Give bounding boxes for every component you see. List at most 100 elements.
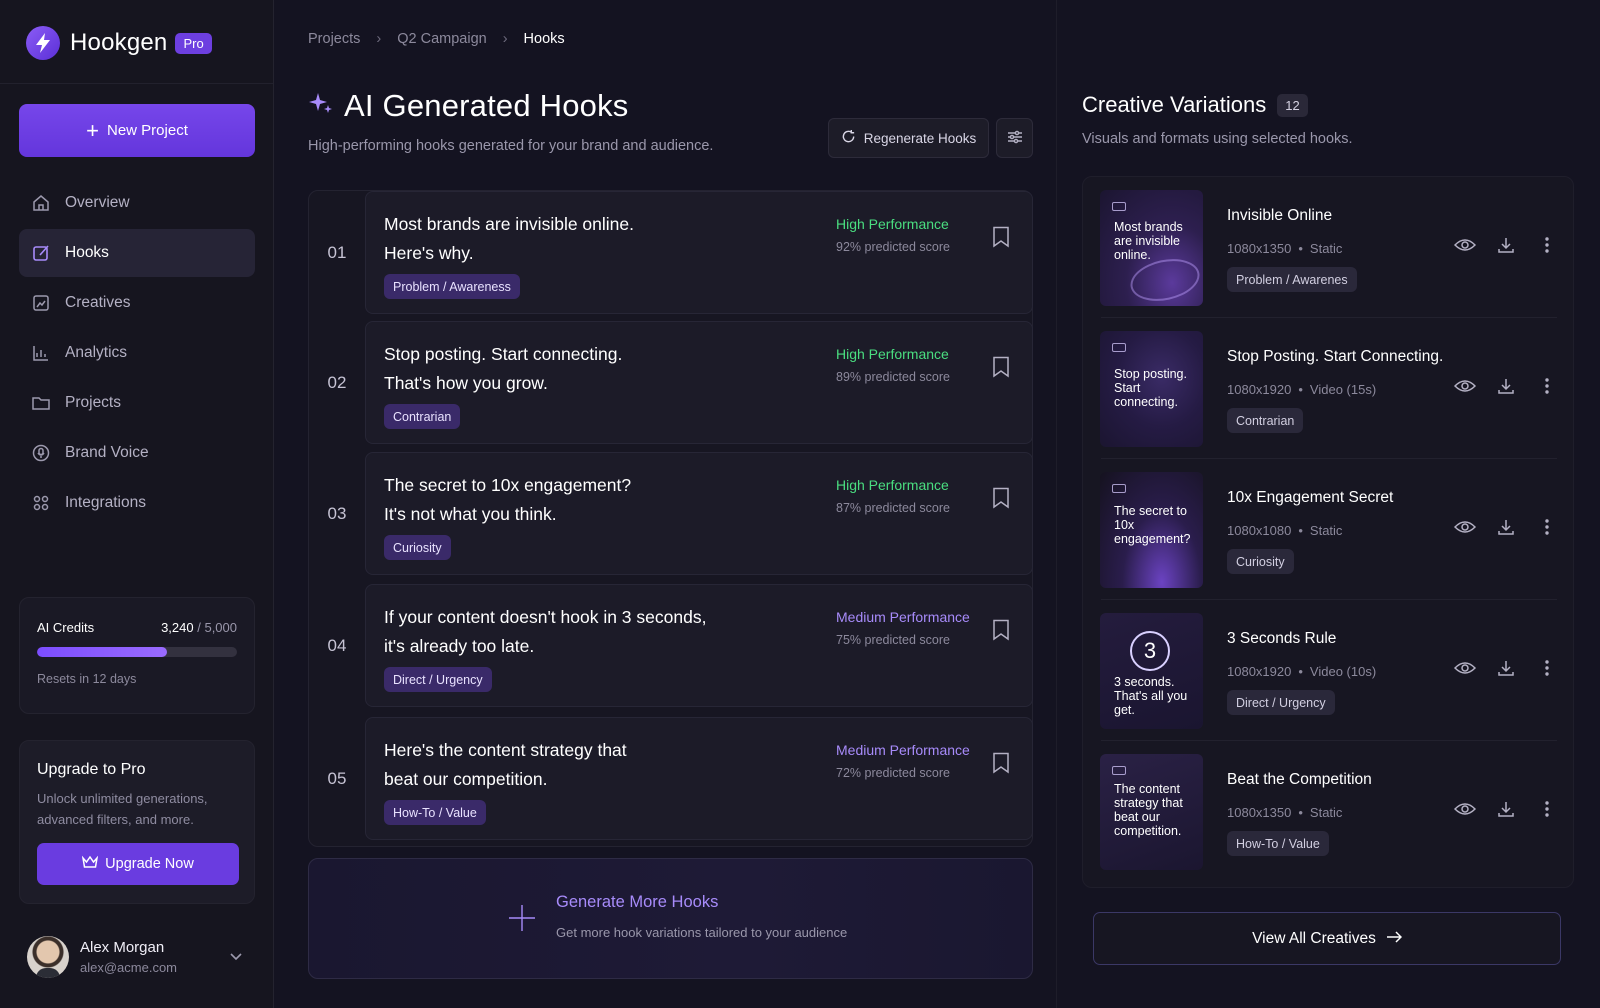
bookmark-icon[interactable]	[992, 226, 1012, 250]
sliders-icon	[1007, 130, 1023, 147]
filter-settings-button[interactable]	[996, 118, 1033, 158]
hook-card[interactable]: Here's the content strategy that beat ou…	[365, 717, 1033, 840]
upgrade-text: advanced filters, and more.	[37, 812, 194, 827]
creative-meta: 1080x1920 • Video (15s)	[1227, 382, 1377, 397]
hook-card[interactable]: Most brands are invisible online. Here's…	[365, 191, 1033, 314]
download-icon[interactable]	[1494, 515, 1518, 539]
sidebar-item-label: Brand Voice	[65, 444, 149, 461]
sidebar-item-brand-voice[interactable]: Brand Voice	[19, 429, 255, 477]
chevron-right-icon: ›	[376, 31, 382, 47]
creative-item[interactable]: The content strategy that beat our compe…	[1083, 740, 1575, 882]
sparkles-icon	[308, 91, 334, 122]
sidebar-item-hooks[interactable]: Hooks	[19, 229, 255, 277]
creative-thumbnail[interactable]: Most brands are invisible online.	[1100, 190, 1203, 306]
creative-item[interactable]: Most brands are invisible online. Invisi…	[1083, 177, 1575, 318]
page-title-text: AI Generated Hooks	[344, 88, 629, 123]
performance-label: High Performance	[836, 477, 949, 493]
more-vertical-icon[interactable]	[1535, 233, 1559, 257]
bookmark-icon[interactable]	[992, 752, 1012, 776]
timer-graphic: 3	[1130, 631, 1170, 671]
download-icon[interactable]	[1494, 233, 1518, 257]
brand[interactable]: Hookgen Pro	[26, 26, 212, 60]
upgrade-now-button[interactable]: Upgrade Now	[37, 843, 239, 885]
hook-text-line: Here's the content strategy that	[384, 740, 627, 760]
creative-item[interactable]: 3 3 seconds. That's all you get. 3 Secon…	[1083, 599, 1575, 741]
download-icon[interactable]	[1494, 797, 1518, 821]
sidebar-item-overview[interactable]: Overview	[19, 179, 255, 227]
creative-tag: Contrarian	[1227, 408, 1304, 433]
download-icon[interactable]	[1494, 374, 1518, 398]
creative-title: 3 Seconds Rule	[1227, 630, 1337, 647]
hook-row: 05 Here's the content strategy that beat…	[309, 717, 1034, 840]
breadcrumb-projects[interactable]: Projects	[308, 31, 360, 47]
page-subtitle: High-performing hooks generated for your…	[308, 138, 714, 154]
eye-icon[interactable]	[1453, 656, 1477, 680]
hook-card[interactable]: The secret to 10x engagement? It's not w…	[365, 452, 1033, 575]
creative-thumbnail[interactable]: The content strategy that beat our compe…	[1100, 754, 1203, 870]
sidebar-item-projects[interactable]: Projects	[19, 379, 255, 427]
credits-total: / 5,000	[197, 620, 237, 635]
creative-tag: Direct / Urgency	[1227, 690, 1335, 715]
creative-thumbnail[interactable]: 3 3 seconds. That's all you get.	[1100, 613, 1203, 729]
hook-number: 05	[327, 768, 347, 788]
predicted-score: 92% predicted score	[836, 240, 950, 254]
creative-item[interactable]: Stop posting. Start connecting. Stop Pos…	[1083, 317, 1575, 459]
bookmark-icon[interactable]	[992, 619, 1012, 643]
more-vertical-icon[interactable]	[1535, 374, 1559, 398]
more-vertical-icon[interactable]	[1535, 656, 1559, 680]
divider	[1101, 740, 1557, 741]
credits-title: AI Credits	[37, 620, 95, 635]
divider	[1056, 0, 1057, 1008]
hook-card[interactable]: If your content doesn't hook in 3 second…	[365, 584, 1033, 707]
more-vertical-icon[interactable]	[1535, 797, 1559, 821]
view-all-creatives-button[interactable]: View All Creatives	[1093, 912, 1561, 965]
hook-text-line: Stop posting. Start connecting.	[384, 344, 623, 364]
sidebar-item-creatives[interactable]: Creatives	[19, 279, 255, 327]
creative-size: 1080x1920	[1227, 382, 1292, 397]
page-title: AI Generated Hooks	[308, 88, 628, 124]
creative-title: 10x Engagement Secret	[1227, 489, 1394, 506]
regenerate-hooks-button[interactable]: Regenerate Hooks	[828, 118, 989, 158]
performance-label: High Performance	[836, 216, 949, 232]
home-icon	[31, 193, 51, 213]
divider	[1101, 599, 1557, 600]
chart-icon	[31, 343, 51, 363]
eye-icon[interactable]	[1453, 797, 1477, 821]
thumbnail-text: Most brands are invisible online.	[1114, 220, 1183, 262]
hook-text-line: That's how you grow.	[384, 373, 548, 393]
breadcrumb-current: Hooks	[523, 31, 565, 47]
hooks-list: 01 Most brands are invisible online. Her…	[308, 190, 1033, 847]
breadcrumb-q2-campaign[interactable]: Q2 Campaign	[397, 31, 486, 47]
eye-icon[interactable]	[1453, 515, 1477, 539]
integrations-icon	[31, 493, 51, 513]
sidebar-nav: Overview Hooks Creatives Analytics Proje…	[19, 179, 255, 529]
bookmark-icon[interactable]	[992, 487, 1012, 511]
sidebar-item-integrations[interactable]: Integrations	[19, 479, 255, 527]
chevron-down-icon[interactable]	[229, 948, 243, 966]
creative-thumbnail[interactable]: Stop posting. Start connecting.	[1100, 331, 1203, 447]
hook-card[interactable]: Stop posting. Start connecting. That's h…	[365, 321, 1033, 444]
sidebar-item-label: Hooks	[65, 244, 109, 261]
bookmark-icon[interactable]	[992, 356, 1012, 380]
generate-more-title: Generate More Hooks	[556, 893, 719, 911]
new-project-button[interactable]: + New Project	[19, 104, 255, 157]
creative-format: Static	[1309, 523, 1343, 538]
eye-icon[interactable]	[1453, 374, 1477, 398]
credits-progress-bar	[37, 647, 237, 657]
generate-more-hooks-button[interactable]: Generate More Hooks Get more hook variat…	[308, 858, 1033, 979]
thumbnail-text: 3 seconds. That's all you get.	[1114, 675, 1188, 717]
predicted-score: 72% predicted score	[836, 766, 950, 780]
creative-item[interactable]: The secret to 10x engagement? 10x Engage…	[1083, 458, 1575, 600]
predicted-score: 87% predicted score	[836, 501, 950, 515]
creative-thumbnail[interactable]: The secret to 10x engagement?	[1100, 472, 1203, 588]
hook-text-line: Here's why.	[384, 243, 474, 263]
download-icon[interactable]	[1494, 656, 1518, 680]
more-vertical-icon[interactable]	[1535, 515, 1559, 539]
sidebar-item-analytics[interactable]: Analytics	[19, 329, 255, 377]
eye-icon[interactable]	[1453, 233, 1477, 257]
hook-number: 04	[327, 635, 347, 655]
hook-number: 01	[327, 242, 347, 262]
thumbnail-text: Stop posting. Start connecting.	[1114, 367, 1187, 409]
user-menu[interactable]: Alex Morgan alex@acme.com	[27, 936, 249, 978]
performance-label: Medium Performance	[836, 742, 970, 758]
